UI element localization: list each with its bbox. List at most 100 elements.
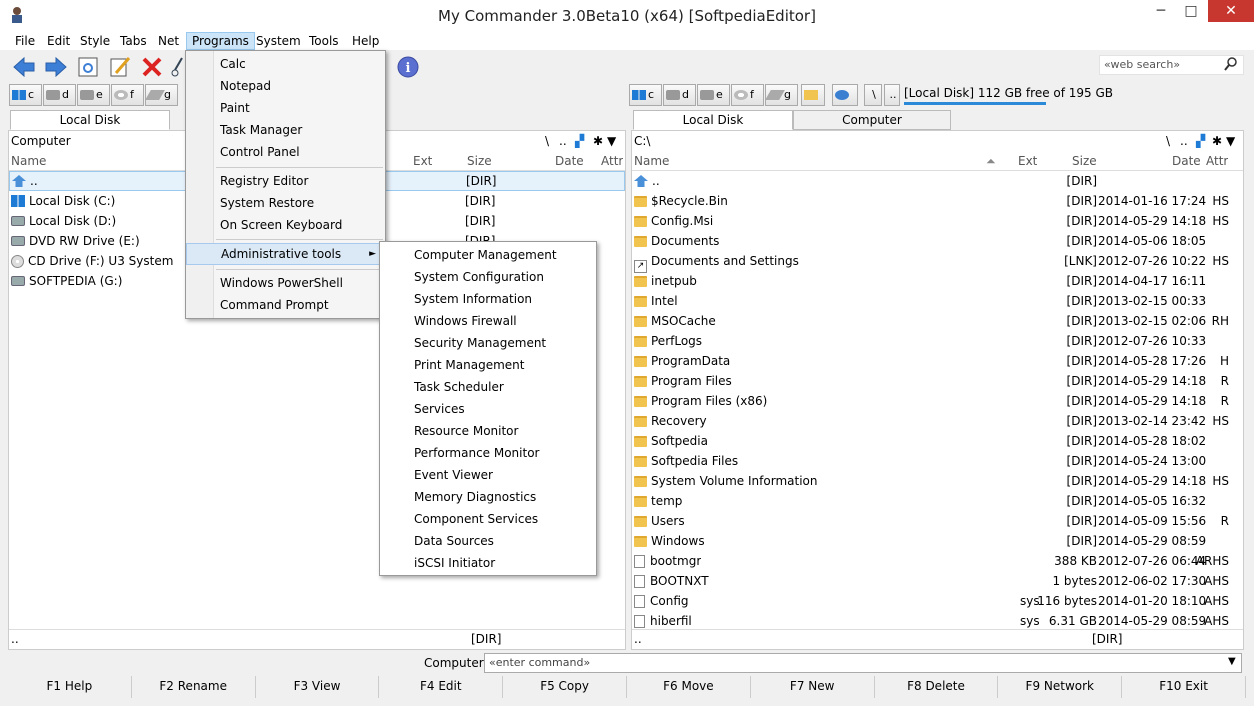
table-row[interactable]: bootmgr 388 KB 2012-07-26 06:44 ARHS [632,551,1243,571]
fkey-f1-help[interactable]: F1 Help [8,676,132,698]
table-row[interactable]: BOOTNXT 1 bytes 2012-06-02 17:30 AHS [632,571,1243,591]
left-drive-d[interactable]: d [43,84,76,106]
dropdown-icon[interactable]: ▼ [607,131,616,151]
right-drive-d[interactable]: d [663,84,696,106]
table-row[interactable]: Config sys 116 bytes 2014-01-20 18:10 AHS [632,591,1243,611]
web-search-input[interactable]: «web search» [1099,55,1244,75]
forward-icon[interactable] [44,55,68,79]
submenu-item-event-viewer[interactable]: Event Viewer [380,464,596,486]
submenu-item-computer-management[interactable]: Computer Management [380,244,596,266]
tab-right-computer[interactable]: Computer [793,110,951,130]
fkey-f10-exit[interactable]: F10 Exit [1122,676,1246,698]
search-icon[interactable] [1224,57,1238,71]
table-row[interactable]: MSOCache [DIR] 2013-02-15 02:06 RH [632,311,1243,331]
col-attr[interactable]: Attr [1206,151,1228,171]
right-drive-f[interactable]: f [731,84,764,106]
table-row[interactable]: .. [DIR] [632,171,1243,191]
col-ext[interactable]: Ext [1018,151,1037,171]
right-up-button[interactable]: .. [1180,131,1188,151]
col-date[interactable]: Date [555,151,584,171]
table-row[interactable]: System Volume Information [DIR] 2014-05-29… [632,471,1243,491]
tab-right-local-disk[interactable]: Local Disk [633,110,793,130]
minimize-button[interactable]: ─ [1146,0,1176,22]
menu-item-administrative-tools[interactable]: Administrative tools ► [186,243,385,265]
table-row[interactable]: $Recycle.Bin [DIR] 2014-01-16 17:24 HS [632,191,1243,211]
submenu-item-memory-diagnostics[interactable]: Memory Diagnostics [380,486,596,508]
fkey-f6-move[interactable]: F6 Move [627,676,751,698]
left-drive-c[interactable]: c [9,84,42,106]
submenu-item-performance-monitor[interactable]: Performance Monitor [380,442,596,464]
right-up-button[interactable]: .. [884,84,900,106]
table-row[interactable]: Program Files (x86) [DIR] 2014-05-29 14:18… [632,391,1243,411]
right-drive-e[interactable]: e [697,84,730,106]
maximize-button[interactable]: □ [1176,0,1206,22]
table-row[interactable]: Program Files [DIR] 2014-05-29 14:18 R [632,371,1243,391]
submenu-item-task-scheduler[interactable]: Task Scheduler [380,376,596,398]
fkey-f8-delete[interactable]: F8 Delete [875,676,999,698]
menu-item-command-prompt[interactable]: Command Prompt [186,294,385,316]
table-row[interactable]: inetpub [DIR] 2014-04-17 16:11 [632,271,1243,291]
table-row[interactable]: Softpedia [DIR] 2014-05-28 18:02 [632,431,1243,451]
right-network-button[interactable] [832,84,858,106]
fkey-f7-new[interactable]: F7 New [751,676,875,698]
menu-item-task-manager[interactable]: Task Manager [186,119,385,141]
cut-icon[interactable] [170,55,184,79]
fkey-f5-copy[interactable]: F5 Copy [503,676,627,698]
table-row[interactable]: Documents [DIR] 2014-05-06 18:05 [632,231,1243,251]
col-ext[interactable]: Ext [413,151,432,171]
table-row[interactable]: temp [DIR] 2014-05-05 16:32 [632,491,1243,511]
left-drive-f[interactable]: f [111,84,144,106]
submenu-item-data-sources[interactable]: Data Sources [380,530,596,552]
submenu-item-services[interactable]: Services [380,398,596,420]
menu-item-registry-editor[interactable]: Registry Editor [186,170,385,192]
view-icon[interactable] [76,55,100,79]
right-root-button[interactable]: \ [1166,131,1170,151]
back-icon[interactable] [12,55,36,79]
right-drive-g[interactable]: g [765,84,798,106]
menu-system[interactable]: System [251,32,306,50]
left-drive-e[interactable]: e [77,84,110,106]
edit-icon[interactable] [108,55,132,79]
menu-item-control-panel[interactable]: Control Panel [186,141,385,163]
col-name[interactable]: Name [11,151,46,171]
table-row[interactable]: ProgramData [DIR] 2014-05-28 17:26 H [632,351,1243,371]
menu-item-windows-powershell[interactable]: Windows PowerShell [186,272,385,294]
chevron-down-icon[interactable]: ▼ [1228,656,1236,667]
submenu-item-system-information[interactable]: System Information [380,288,596,310]
table-row[interactable]: Users [DIR] 2014-05-09 15:56 R [632,511,1243,531]
submenu-item-resource-monitor[interactable]: Resource Monitor [380,420,596,442]
settings-icon[interactable]: ✱ [593,131,603,151]
info-icon[interactable]: i [396,55,420,79]
right-folder-button[interactable] [801,84,825,106]
table-row[interactable]: Windows [DIR] 2014-05-29 08:59 [632,531,1243,551]
fkey-f2-rename[interactable]: F2 Rename [132,676,256,698]
table-row[interactable]: Recovery [DIR] 2013-02-14 23:42 HS [632,411,1243,431]
dropdown-icon[interactable]: ▼ [1226,131,1235,151]
menu-help[interactable]: Help [347,32,384,50]
right-root-button[interactable]: \ [864,84,882,106]
menu-tools[interactable]: Tools [304,32,344,50]
table-row[interactable]: Config.Msi [DIR] 2014-05-29 14:18 HS [632,211,1243,231]
delete-icon[interactable] [140,55,164,79]
menu-item-system-restore[interactable]: System Restore [186,192,385,214]
menu-edit[interactable]: Edit [42,32,75,50]
fkey-f9-network[interactable]: F9 Network [998,676,1123,698]
menu-net[interactable]: Net [153,32,184,50]
command-input[interactable]: «enter command» [484,653,1242,673]
menu-item-on-screen-keyboard[interactable]: On Screen Keyboard [186,214,385,236]
submenu-item-iscsi-initiator[interactable]: iSCSI Initiator [380,552,596,574]
menu-file[interactable]: File [10,32,40,50]
submenu-item-system-configuration[interactable]: System Configuration [380,266,596,288]
col-name[interactable]: Name [634,151,669,171]
table-row[interactable]: hiberfil sys 6.31 GB 2014-05-29 08:59 AHS [632,611,1243,631]
col-size[interactable]: Size [467,151,492,171]
menu-item-calc[interactable]: Calc [186,53,385,75]
menu-tabs[interactable]: Tabs [115,32,152,50]
col-size[interactable]: Size [1072,151,1097,171]
settings-icon[interactable]: ✱ [1212,131,1222,151]
table-row[interactable]: Softpedia Files [DIR] 2014-05-24 13:00 [632,451,1243,471]
menu-item-paint[interactable]: Paint [186,97,385,119]
submenu-item-component-services[interactable]: Component Services [380,508,596,530]
left-drive-g[interactable]: g [145,84,178,106]
tab-left-local-disk[interactable]: Local Disk [10,110,170,130]
